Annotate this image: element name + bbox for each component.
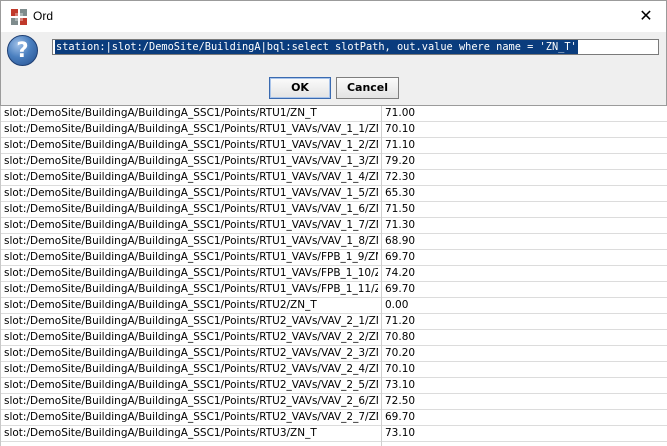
- slot-path-cell: slot:/DemoSite/BuildingA/BuildingA_SSC1/…: [4, 123, 378, 135]
- value-cell: 70.80: [385, 331, 416, 343]
- slot-path-cell: slot:/DemoSite/BuildingA/BuildingA_SSC1/…: [4, 331, 378, 343]
- app-grid-icon: [11, 9, 27, 25]
- slot-path-cell: slot:/DemoSite/BuildingA/BuildingA_SSC1/…: [4, 219, 378, 231]
- slot-path-cell: slot:/DemoSite/BuildingA/BuildingA_SSC1/…: [4, 203, 378, 215]
- title-bar[interactable]: Ord ✕: [1, 1, 666, 32]
- cancel-button[interactable]: Cancel: [336, 77, 399, 99]
- slot-path-cell: slot:/DemoSite/BuildingA/BuildingA_SSC1/…: [4, 283, 378, 295]
- value-cell: 71.00: [385, 107, 416, 119]
- slot-path-cell: slot:/DemoSite/BuildingA/BuildingA_SSC1/…: [4, 379, 378, 391]
- value-cell: 70.20: [385, 347, 416, 359]
- table-row[interactable]: slot:/DemoSite/BuildingA/BuildingA_SSC1/…: [0, 170, 667, 186]
- value-cell: 69.70: [385, 411, 416, 423]
- table-row[interactable]: slot:/DemoSite/BuildingA/BuildingA_SSC1/…: [0, 138, 667, 154]
- value-cell: 79.20: [385, 155, 416, 167]
- table-row[interactable]: slot:/DemoSite/BuildingA/BuildingA_SSC1/…: [0, 410, 667, 426]
- slot-path-cell: slot:/DemoSite/BuildingA/BuildingA_SSC1/…: [4, 171, 378, 183]
- slot-path-cell: slot:/DemoSite/BuildingA/BuildingA_SSC1/…: [4, 139, 378, 151]
- dialog-title: Ord: [33, 9, 54, 23]
- slot-path-cell: slot:/DemoSite/BuildingA/BuildingA_SSC1/…: [4, 155, 378, 167]
- value-cell: 73.10: [385, 379, 416, 391]
- value-cell: 71.20: [385, 315, 416, 327]
- table-row[interactable]: slot:/DemoSite/BuildingA/BuildingA_SSC1/…: [0, 154, 667, 170]
- value-cell: 71.10: [385, 139, 416, 151]
- slot-path-cell: slot:/DemoSite/BuildingA/BuildingA_SSC1/…: [4, 411, 378, 423]
- value-cell: 72.50: [385, 395, 416, 407]
- ord-query-text: station:|slot:/DemoSite/BuildingA|bql:se…: [55, 40, 578, 54]
- slot-path-cell: slot:/DemoSite/BuildingA/BuildingA_SSC1/…: [4, 347, 378, 359]
- value-cell: 73.10: [385, 427, 416, 439]
- value-cell: 65.30: [385, 187, 416, 199]
- ord-input[interactable]: station:|slot:/DemoSite/BuildingA|bql:se…: [52, 39, 659, 55]
- table-row[interactable]: slot:/DemoSite/BuildingA/BuildingA_SSC1/…: [0, 330, 667, 346]
- ord-dialog: Ord ✕ ? station:|slot:/DemoSite/Building…: [0, 0, 667, 106]
- value-cell: 69.70: [385, 283, 416, 295]
- slot-path-cell: slot:/DemoSite/BuildingA/BuildingA_SSC1/…: [4, 315, 378, 327]
- table-row[interactable]: slot:/DemoSite/BuildingA/BuildingA_SSC1/…: [0, 218, 667, 234]
- slot-path-cell: slot:/DemoSite/BuildingA/BuildingA_SSC1/…: [4, 299, 317, 311]
- slot-path-cell: slot:/DemoSite/BuildingA/BuildingA_SSC1/…: [4, 251, 378, 263]
- table-row[interactable]: slot:/DemoSite/BuildingA/BuildingA_SSC1/…: [0, 266, 667, 282]
- value-cell: 74.20: [385, 267, 416, 279]
- table-edge: [0, 106, 1, 446]
- table-row[interactable]: slot:/DemoSite/BuildingA/BuildingA_SSC1/…: [0, 250, 667, 266]
- question-icon: ?: [7, 35, 38, 66]
- slot-path-cell: slot:/DemoSite/BuildingA/BuildingA_SSC1/…: [4, 107, 317, 119]
- table-row[interactable]: slot:/DemoSite/BuildingA/BuildingA_SSC1/…: [0, 394, 667, 410]
- table-row[interactable]: slot:/DemoSite/BuildingA/BuildingA_SSC1/…: [0, 346, 667, 362]
- table-row[interactable]: slot:/DemoSite/BuildingA/BuildingA_SSC1/…: [0, 186, 667, 202]
- value-cell: 69.70: [385, 251, 416, 263]
- table-row[interactable]: slot:/DemoSite/BuildingA/BuildingA_SSC1/…: [0, 426, 667, 442]
- value-cell: 70.10: [385, 123, 416, 135]
- table-row[interactable]: slot:/DemoSite/BuildingA/BuildingA_SSC1/…: [0, 122, 667, 138]
- slot-path-cell: slot:/DemoSite/BuildingA/BuildingA_SSC1/…: [4, 363, 378, 375]
- table-row[interactable]: slot:/DemoSite/BuildingA/BuildingA_SSC1/…: [0, 314, 667, 330]
- close-icon[interactable]: ✕: [631, 5, 661, 29]
- slot-path-cell: slot:/DemoSite/BuildingA/BuildingA_SSC1/…: [4, 267, 378, 279]
- table-row[interactable]: slot:/DemoSite/BuildingA/BuildingA_SSC1/…: [0, 106, 667, 122]
- slot-path-cell: slot:/DemoSite/BuildingA/BuildingA_SSC1/…: [4, 427, 317, 439]
- value-cell: 71.50: [385, 203, 416, 215]
- slot-path-cell: slot:/DemoSite/BuildingA/BuildingA_SSC1/…: [4, 235, 378, 247]
- table-row[interactable]: slot:/DemoSite/BuildingA/BuildingA_SSC1/…: [0, 298, 667, 314]
- table-row[interactable]: slot:/DemoSite/BuildingA/BuildingA_SSC1/…: [0, 282, 667, 298]
- value-cell: 0.00: [385, 299, 409, 311]
- slot-path-cell: slot:/DemoSite/BuildingA/BuildingA_SSC1/…: [4, 395, 378, 407]
- slot-path-cell: slot:/DemoSite/BuildingA/BuildingA_SSC1/…: [4, 187, 378, 199]
- results-table: slot:/DemoSite/BuildingA/BuildingA_SSC1/…: [0, 106, 667, 446]
- ok-button[interactable]: OK: [269, 77, 331, 99]
- value-cell: 68.90: [385, 235, 416, 247]
- table-row[interactable]: slot:/DemoSite/BuildingA/BuildingA_SSC1/…: [0, 378, 667, 394]
- value-cell: 72.30: [385, 171, 416, 183]
- column-divider[interactable]: [381, 106, 382, 446]
- table-row[interactable]: slot:/DemoSite/BuildingA/BuildingA_SSC1/…: [0, 362, 667, 378]
- table-row[interactable]: slot:/DemoSite/BuildingA/BuildingA_SSC1/…: [0, 234, 667, 250]
- value-cell: 70.10: [385, 363, 416, 375]
- table-row[interactable]: slot:/DemoSite/BuildingA/BuildingA_SSC1/…: [0, 202, 667, 218]
- value-cell: 71.30: [385, 219, 416, 231]
